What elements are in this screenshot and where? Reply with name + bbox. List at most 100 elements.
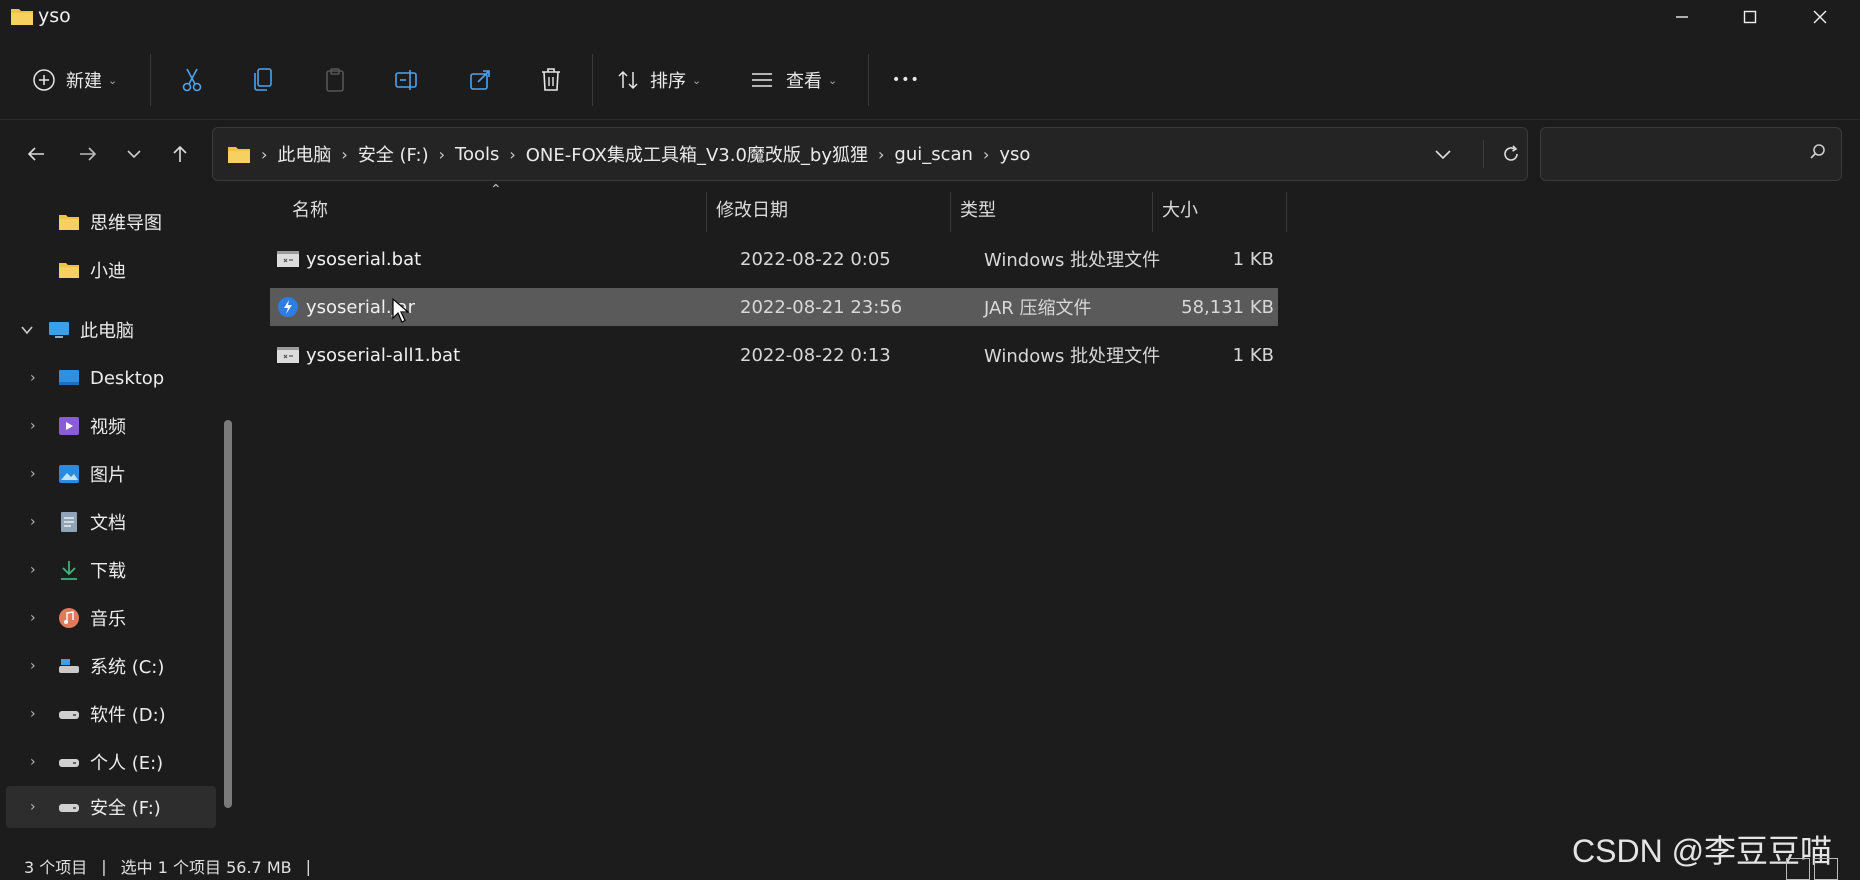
drive-icon: [59, 711, 79, 719]
chevron-right-icon[interactable]: ›: [30, 370, 36, 386]
column-divider[interactable]: [950, 192, 951, 232]
system-drive-icon: [59, 659, 79, 673]
arrow-right-icon: [80, 147, 97, 161]
sidebar-scrollbar[interactable]: [224, 420, 232, 808]
file-size: 58,131 KB: [1181, 296, 1274, 318]
file-row[interactable]: ysoserial-all1.bat 2022-08-22 0:13 Windo…: [270, 336, 1278, 374]
up-button[interactable]: [162, 136, 198, 172]
column-header-type[interactable]: 类型: [960, 186, 1140, 232]
details-view-button[interactable]: [1786, 858, 1810, 880]
video-icon: [59, 417, 79, 435]
sidebar-item-music[interactable]: › 音乐: [6, 598, 216, 638]
sidebar-item-downloads[interactable]: › 下载: [6, 550, 216, 590]
breadcrumb-item[interactable]: 安全 (F:): [358, 141, 429, 167]
chevron-down-icon: ⌄: [108, 73, 118, 87]
search-box[interactable]: [1540, 127, 1842, 181]
breadcrumb-item[interactable]: gui_scan: [894, 144, 973, 165]
chevron-right-icon[interactable]: ›: [30, 562, 36, 578]
column-header-modified[interactable]: 修改日期: [716, 186, 936, 232]
command-bar: 新建 ⌄ 排序 ⌄ 查看 ⌄ •••: [0, 40, 1860, 120]
breadcrumb-item[interactable]: Tools: [455, 144, 499, 165]
chevron-right-icon[interactable]: ›: [30, 418, 36, 434]
view-toggle: [1786, 858, 1838, 880]
view-label: 查看: [786, 71, 822, 92]
maximize-icon: [1743, 10, 1757, 24]
breadcrumb-item[interactable]: ONE-FOX集成工具箱_V3.0魔改版_by狐狸: [526, 141, 868, 167]
forward-button[interactable]: [70, 136, 106, 172]
more-icon: •••: [892, 72, 920, 88]
back-button[interactable]: [18, 136, 54, 172]
recent-locations-button[interactable]: [116, 136, 152, 172]
sidebar-item-documents[interactable]: › 文档: [6, 502, 216, 542]
search-icon: [1810, 144, 1825, 159]
window-title: yso: [38, 5, 71, 27]
chevron-right-icon[interactable]: ›: [30, 658, 36, 674]
chevron-right-icon[interactable]: ›: [30, 706, 36, 722]
sidebar-item-mindmap[interactable]: 思维导图: [6, 202, 216, 242]
chevron-right-icon[interactable]: ›: [30, 514, 36, 530]
status-separator: |: [305, 856, 311, 876]
column-header-name[interactable]: 名称: [292, 186, 692, 232]
column-header-label: 修改日期: [716, 200, 788, 221]
column-header-size[interactable]: 大小: [1162, 186, 1262, 232]
chevron-right-icon[interactable]: ›: [30, 754, 36, 770]
close-icon: [1813, 10, 1827, 24]
sidebar-item-desktop[interactable]: › Desktop: [6, 358, 216, 398]
new-button[interactable]: 新建 ⌄: [32, 60, 117, 100]
file-row[interactable]: ysoserial.bat 2022-08-22 0:05 Windows 批处…: [270, 240, 1278, 278]
divider: [868, 54, 869, 106]
sidebar-item-xiaodi[interactable]: 小迪: [6, 250, 216, 290]
chevron-right-icon[interactable]: ›: [30, 799, 36, 815]
chevron-down-icon[interactable]: [20, 325, 34, 335]
breadcrumb-item[interactable]: 此电脑: [277, 141, 331, 167]
scissors-icon: [182, 68, 202, 92]
sidebar-item-videos[interactable]: › 视频: [6, 406, 216, 446]
breadcrumb-item[interactable]: yso: [999, 144, 1030, 165]
share-icon: [470, 70, 490, 90]
batch-file-icon: [277, 251, 299, 267]
view-button[interactable]: 查看 ⌄: [750, 60, 837, 100]
copy-button[interactable]: [252, 60, 274, 100]
delete-button[interactable]: [540, 60, 562, 100]
minimize-button-real[interactable]: [1652, 0, 1712, 34]
sort-button[interactable]: 排序 ⌄: [616, 60, 701, 100]
sidebar-item-label: Desktop: [90, 367, 165, 389]
sidebar-item-drive-e[interactable]: › 个人 (E:): [6, 742, 216, 782]
cut-button[interactable]: [180, 60, 204, 100]
more-options-button[interactable]: •••: [892, 60, 920, 100]
refresh-icon: [1504, 145, 1518, 161]
refresh-button[interactable]: [1491, 128, 1531, 180]
breadcrumb-separator: ›: [877, 144, 885, 164]
breadcrumb-separator: ›: [261, 144, 268, 164]
search-input[interactable]: [1551, 140, 1791, 168]
sidebar-item-drive-c[interactable]: › 系统 (C:): [6, 646, 216, 686]
paste-button[interactable]: [324, 60, 346, 100]
share-button[interactable]: [468, 60, 492, 100]
sidebar-item-this-pc[interactable]: 此电脑: [6, 310, 216, 350]
address-dropdown-button[interactable]: [1423, 128, 1463, 180]
sidebar-item-drive-f[interactable]: › 安全 (F:): [6, 786, 216, 828]
column-header-label: 名称: [292, 200, 328, 221]
column-divider[interactable]: [1152, 192, 1153, 232]
sort-label: 排序: [650, 71, 686, 92]
chevron-right-icon[interactable]: ›: [30, 610, 36, 626]
music-icon: [59, 608, 79, 628]
address-bar[interactable]: › 此电脑 › 安全 (F:) › Tools › ONE-FOX集成工具箱_V…: [212, 127, 1528, 181]
column-divider[interactable]: [1286, 192, 1287, 232]
divider: [592, 54, 593, 106]
file-modified: 2022-08-21 23:56: [740, 296, 903, 318]
tiles-view-button[interactable]: [1814, 858, 1838, 880]
close-button[interactable]: [1790, 0, 1850, 34]
chevron-right-icon[interactable]: ›: [30, 466, 36, 482]
sidebar-item-label: 安全 (F:): [90, 798, 161, 819]
sidebar-item-drive-d[interactable]: › 软件 (D:): [6, 694, 216, 734]
rename-button[interactable]: [394, 60, 420, 100]
maximize-button[interactable]: [1720, 0, 1780, 34]
file-row-selected[interactable]: ysoserial.jar 2022-08-21 23:56 JAR 压缩文件 …: [270, 288, 1278, 326]
column-divider[interactable]: [706, 192, 707, 232]
chevron-down-icon: ⌄: [828, 73, 838, 87]
sidebar-item-label: 个人 (E:): [90, 753, 164, 774]
clipboard-icon: [326, 68, 344, 92]
sidebar-item-pictures[interactable]: › 图片: [6, 454, 216, 494]
sort-icon: [618, 70, 638, 90]
